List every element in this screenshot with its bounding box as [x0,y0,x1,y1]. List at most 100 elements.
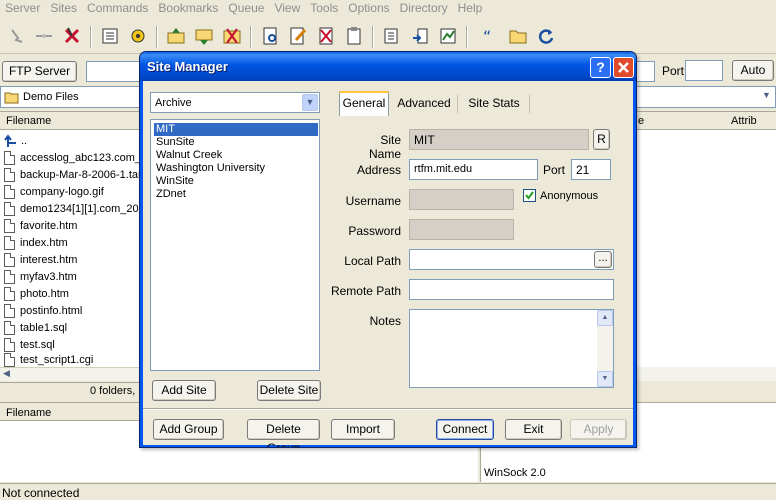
list-item[interactable]: test.sql [4,336,55,353]
edit-file-icon[interactable] [288,26,308,46]
list-item[interactable]: accesslog_abc123.com_ [4,149,141,166]
menu-help[interactable]: Help [455,0,490,16]
dialog-title-bar[interactable]: Site Manager ? [140,52,636,81]
remote-path-combo[interactable]: ▼ [636,86,776,108]
port-field[interactable]: 21 [571,159,611,180]
site-item-sunsite[interactable]: SunSite [154,136,197,149]
remote-file-list[interactable]: e Attrib [636,111,776,367]
delete-folder-icon[interactable] [222,26,242,46]
delete-file-icon[interactable] [316,26,336,46]
refresh-icon[interactable] [536,26,556,46]
check-icon [525,191,534,200]
chevron-down-icon[interactable]: ▼ [302,94,318,111]
list-item[interactable]: favorite.htm [4,217,77,234]
list-item[interactable]: index.htm [4,234,68,251]
quote-icon[interactable]: “ [480,26,500,46]
exit-button[interactable]: Exit [505,419,562,440]
tab-site-stats[interactable]: Site Stats [461,93,527,115]
site-name-field[interactable]: MIT [409,129,589,150]
site-list[interactable]: MIT SunSite Walnut Creek Washington Univ… [150,119,320,371]
file-icon [4,235,15,250]
file-name: demo1234[1][1].com_20 [20,202,139,215]
toolbar-separator [466,26,468,48]
transfer-icon[interactable] [410,26,430,46]
properties-icon[interactable] [344,26,364,46]
list-item-parent[interactable]: .. [4,132,27,149]
password-input[interactable] [636,61,655,82]
address-field[interactable]: rtfm.mit.edu [409,159,538,180]
settings-gear-icon[interactable] [128,26,148,46]
site-item-washington-university[interactable]: Washington University [154,162,267,175]
list-item[interactable]: myfav3.htm [4,268,77,285]
menu-options[interactable]: Options [345,0,396,16]
log-icon[interactable] [438,26,458,46]
group-select[interactable]: Archive ▼ [150,92,320,113]
connect-icon[interactable] [8,26,28,46]
view-file-icon[interactable] [260,26,280,46]
menu-server[interactable]: Server [2,0,47,16]
menu-commands[interactable]: Commands [84,0,155,16]
notes-textarea[interactable]: ▲ ▼ [409,309,614,388]
remote-horizontal-scrollbar[interactable] [636,367,776,381]
list-item[interactable]: test_script1.cgi [4,353,93,367]
ftp-server-button[interactable]: FTP Server [2,61,77,82]
site-manager-icon[interactable] [100,26,120,46]
scroll-down-arrow-icon[interactable]: ▼ [597,371,613,387]
browse-button[interactable]: ... [594,251,612,268]
scroll-up-arrow-icon[interactable]: ▲ [597,310,613,326]
auto-button[interactable]: Auto [732,60,774,81]
list-item[interactable]: company-logo.gif [4,183,104,200]
help-button[interactable]: ? [590,57,611,78]
port-input[interactable] [685,60,723,81]
site-item-winsite[interactable]: WinSite [154,175,196,188]
menu-sites[interactable]: Sites [47,0,84,16]
local-column-header[interactable]: Filename [0,112,140,130]
list-item[interactable]: photo.htm [4,285,69,302]
menu-directory[interactable]: Directory [397,0,455,16]
anonymous-checkbox[interactable] [523,189,536,202]
disconnect-icon[interactable] [34,26,54,46]
upload-folder-icon[interactable] [166,26,186,46]
close-button[interactable] [613,57,634,78]
list-item[interactable]: backup-Mar-8-2006-1.tar [4,166,142,183]
connect-button[interactable]: Connect [436,419,494,440]
local-path-field[interactable] [409,249,614,270]
notes-scrollbar[interactable]: ▲ ▼ [597,310,613,387]
list-item[interactable]: postinfo.html [4,302,82,319]
delete-site-button[interactable]: Delete Site [257,380,321,401]
local-horizontal-scrollbar[interactable]: ◀ [0,367,140,381]
add-site-button[interactable]: Add Site [152,380,216,401]
local-path-combo[interactable]: Demo Files [0,86,140,108]
list-item[interactable]: interest.htm [4,251,77,268]
tab-advanced[interactable]: Advanced [393,93,455,115]
scroll-left-arrow-icon[interactable]: ◀ [3,368,10,379]
queue-icon[interactable] [382,26,402,46]
local-path-text: Demo Files [23,91,79,103]
delete-group-button[interactable]: Delete Group [247,419,320,447]
menu-bookmarks[interactable]: Bookmarks [155,0,225,16]
remote-path-field[interactable] [409,279,614,300]
local-file-list[interactable]: Filename .. accesslog_abc123.com_ backup… [0,111,142,367]
username-field[interactable] [409,189,514,210]
download-folder-icon[interactable] [194,26,214,46]
menu-queue[interactable]: Queue [225,0,271,16]
password-field[interactable] [409,219,514,240]
add-group-button[interactable]: Add Group [153,419,224,440]
menu-tools[interactable]: Tools [307,0,345,16]
import-button[interactable]: Import [331,419,395,440]
site-item-walnut-creek[interactable]: Walnut Creek [154,149,224,162]
site-item-zdnet[interactable]: ZDnet [154,188,188,201]
list-item[interactable]: table1.sql [4,319,67,336]
rename-button[interactable]: R [593,129,610,150]
server-address-input[interactable] [86,61,146,82]
list-item[interactable]: demo1234[1][1].com_20 [4,200,139,217]
remote-column-header[interactable]: e Attrib [636,112,776,130]
site-item-mit[interactable]: MIT [154,123,318,136]
menu-view[interactable]: View [271,0,307,16]
abort-icon[interactable] [62,26,82,46]
folder-icon[interactable] [508,26,528,46]
chevron-down-icon[interactable]: ▼ [762,90,771,100]
tab-general[interactable]: General [339,91,389,116]
file-name: table1.sql [20,321,68,334]
apply-button[interactable]: Apply [570,419,627,440]
